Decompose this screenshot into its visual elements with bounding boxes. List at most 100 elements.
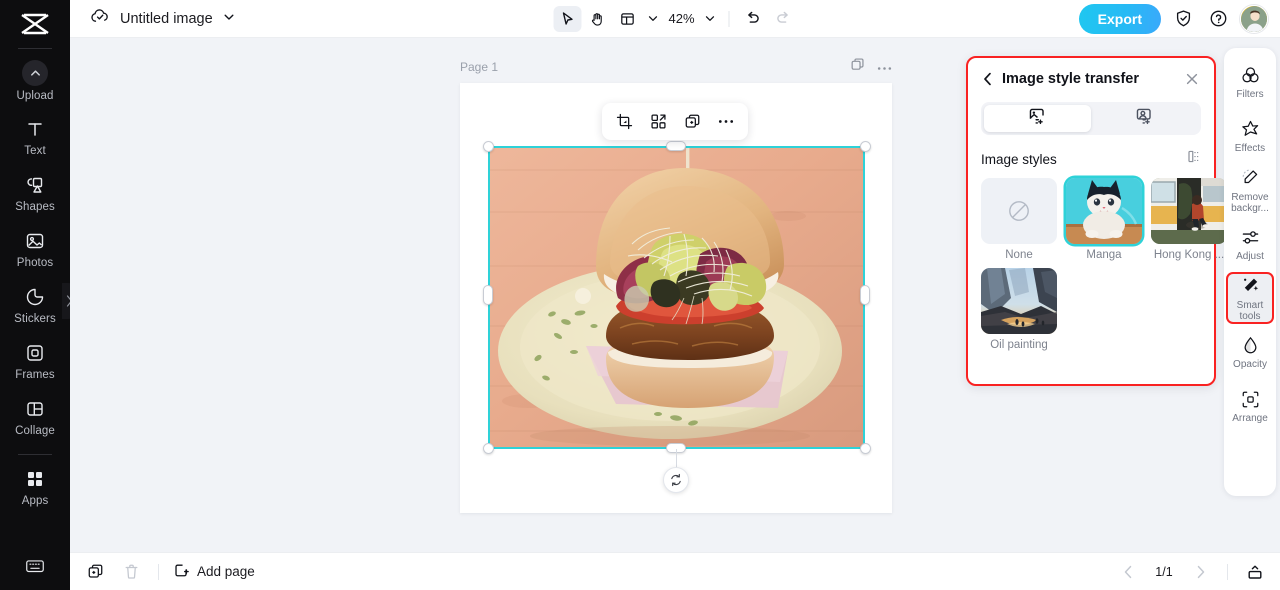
right-item-arrange[interactable]: Arrange — [1226, 380, 1274, 432]
sidebar-item-apps[interactable]: Apps — [0, 459, 70, 515]
duplicate-page-button[interactable] — [82, 559, 108, 585]
export-button[interactable]: Export — [1078, 3, 1161, 34]
tab-portrait-style[interactable] — [1091, 105, 1198, 132]
page-header: Page 1 — [460, 57, 892, 77]
keyboard-icon[interactable] — [24, 557, 46, 580]
sidebar-label: Stickers — [14, 313, 56, 325]
right-item-smart-tools[interactable]: Smart tools — [1226, 272, 1274, 324]
style-mode-tabs — [981, 102, 1201, 135]
selection-handle-bottom-right[interactable] — [860, 443, 871, 454]
style-label: Manga — [1086, 249, 1122, 261]
compare-icon[interactable] — [1186, 149, 1201, 169]
present-button[interactable] — [1242, 559, 1268, 585]
top-toolbar: Untitled image 42% Export — [70, 0, 1280, 38]
sidebar-label: Frames — [15, 369, 55, 381]
selection-handle-top-left[interactable] — [483, 141, 494, 152]
chevron-left-icon[interactable] — [978, 69, 998, 89]
layout-chevron-down-icon[interactable] — [643, 13, 662, 24]
remove-background-icon — [1239, 167, 1261, 189]
sidebar-item-collage[interactable]: Collage — [0, 389, 70, 445]
document-title-group[interactable]: Untitled image — [90, 8, 235, 30]
image-style-transfer-panel: Image style transfer Image styles None M… — [966, 56, 1227, 386]
help-circle-icon[interactable] — [1205, 6, 1231, 32]
zoom-level[interactable]: 42% — [664, 11, 698, 26]
collage-icon — [23, 397, 47, 421]
selection-handle-top[interactable] — [666, 141, 686, 151]
prev-page-button[interactable] — [1115, 559, 1141, 585]
style-label: None — [1005, 249, 1033, 261]
rotate-handle[interactable] — [663, 467, 689, 493]
right-item-label: Adjust — [1236, 251, 1264, 262]
style-option-none[interactable]: None — [981, 178, 1057, 261]
crop-button[interactable] — [610, 108, 638, 136]
manga-cat-thumb — [1066, 178, 1142, 244]
more-horizontal-icon[interactable] — [877, 58, 892, 76]
section-title: Image styles — [981, 151, 1057, 167]
cutout-button[interactable] — [644, 108, 672, 136]
style-option-hong-kong[interactable]: Hong Kong ... — [1151, 178, 1227, 261]
right-item-filters[interactable]: Filters — [1226, 56, 1274, 108]
right-item-remove-background[interactable]: Remove backgr... — [1226, 164, 1274, 216]
selection-handle-top-right[interactable] — [860, 141, 871, 152]
more-button[interactable] — [712, 108, 740, 136]
sidebar-item-shapes[interactable]: Shapes — [0, 165, 70, 221]
delete-page-button[interactable] — [118, 559, 144, 585]
user-avatar[interactable] — [1240, 4, 1268, 33]
select-tool-button[interactable] — [553, 5, 582, 32]
add-page-label: Add page — [197, 564, 255, 579]
sidebar-item-photos[interactable]: Photos — [0, 221, 70, 277]
add-page-icon — [173, 561, 190, 583]
chevron-down-icon[interactable] — [223, 10, 235, 28]
sidebar-label: Photos — [16, 257, 54, 269]
document-title: Untitled image — [120, 10, 213, 27]
selection-handle-bottom-left[interactable] — [483, 443, 494, 454]
hand-tool-button[interactable] — [583, 6, 611, 32]
stickers-icon — [23, 285, 47, 309]
sidebar-divider-bottom — [18, 454, 52, 455]
opacity-icon — [1239, 334, 1261, 356]
right-item-label: Filters — [1236, 89, 1264, 100]
panel-title: Image style transfer — [1002, 71, 1140, 87]
duplicate-button[interactable] — [678, 108, 706, 136]
undo-button[interactable] — [739, 6, 767, 32]
style-option-manga[interactable]: Manga — [1066, 178, 1142, 261]
right-item-opacity[interactable]: Opacity — [1226, 326, 1274, 378]
layout-tool-button[interactable] — [613, 6, 641, 32]
capcut-logo[interactable] — [16, 9, 54, 39]
right-item-label: Remove backgr... — [1231, 191, 1269, 214]
sidebar-item-text[interactable]: Text — [0, 109, 70, 165]
sidebar-item-upload[interactable]: Upload — [0, 53, 70, 109]
right-item-effects[interactable]: Effects — [1226, 110, 1274, 162]
selection-handle-right[interactable] — [860, 285, 870, 305]
close-icon[interactable] — [1182, 69, 1202, 89]
image-object[interactable] — [488, 146, 865, 449]
image-styles-section-header: Image styles — [981, 149, 1201, 169]
next-page-button[interactable] — [1187, 559, 1213, 585]
sidebar-item-stickers[interactable]: Stickers — [0, 277, 70, 333]
add-page-button[interactable]: Add page — [173, 561, 255, 583]
image-style-icon — [1028, 107, 1047, 131]
zoom-chevron-down-icon[interactable] — [701, 13, 720, 24]
duplicate-page-icon[interactable] — [850, 57, 865, 77]
app-root: Upload Text Shapes Photos Stickers Frame… — [0, 0, 1280, 590]
redo-button[interactable] — [769, 6, 797, 32]
adjust-icon — [1239, 226, 1261, 248]
bottom-right-group: 1/1 — [1115, 559, 1268, 585]
left-sidebar: Upload Text Shapes Photos Stickers Frame… — [0, 0, 76, 590]
selection-handle-left[interactable] — [483, 285, 493, 305]
none-thumb — [981, 178, 1057, 244]
portrait-style-icon — [1135, 107, 1154, 131]
right-item-adjust[interactable]: Adjust — [1226, 218, 1274, 270]
tab-image-style[interactable] — [984, 105, 1091, 132]
image-styles-grid: None Manga Hong Kong ... Oil painting — [981, 178, 1227, 351]
right-item-label: Effects — [1234, 143, 1266, 154]
rotate-stem — [676, 449, 677, 469]
shield-check-icon[interactable] — [1170, 6, 1196, 32]
style-option-oil-painting[interactable]: Oil painting — [981, 268, 1057, 351]
style-label: Hong Kong ... — [1153, 249, 1225, 261]
panel-header: Image style transfer — [968, 58, 1214, 100]
photos-icon — [23, 229, 47, 253]
sidebar-label: Upload — [16, 90, 54, 102]
sidebar-item-frames[interactable]: Frames — [0, 333, 70, 389]
style-label: Oil painting — [990, 339, 1048, 351]
